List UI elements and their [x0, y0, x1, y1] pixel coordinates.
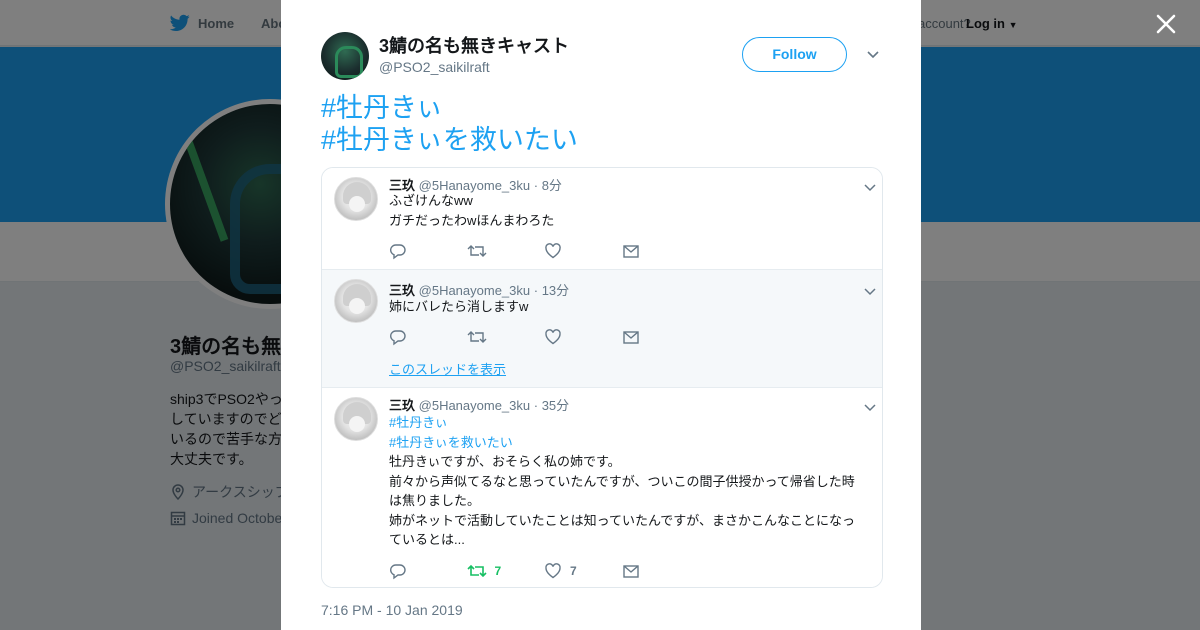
reply-handle: @5Hanayome_3ku — [418, 398, 531, 413]
reply-action — [389, 328, 467, 346]
retweet-action — [467, 242, 545, 260]
hashtag-link[interactable]: #牡丹きぃを救いたい — [321, 124, 578, 156]
reply-body: #牡丹きぃ #牡丹きぃを救いたい 牡丹きぃですが、おそらく私の姉です。 前々から… — [389, 413, 879, 550]
author-handle[interactable]: @PSO2_saikilraft — [379, 57, 569, 77]
message-action — [622, 242, 700, 260]
retweet-action — [467, 328, 545, 346]
reply-icon — [390, 330, 406, 346]
reply-handle: @5Hanayome_3ku — [418, 283, 531, 298]
author-avatar[interactable] — [321, 32, 369, 80]
reply-name: 三玖 — [389, 283, 416, 298]
reply-line: ているとは... — [389, 532, 465, 547]
reply-header: 三玖 @5Hanayome_3ku · 35分 — [389, 395, 569, 414]
like-icon — [545, 563, 561, 579]
like-icon — [545, 329, 561, 345]
tweet-timestamp[interactable]: 7:16 PM - 10 Jan 2019 — [321, 602, 463, 618]
reply-hashtag: #牡丹きぃ — [389, 415, 448, 430]
retweet-count: 7 — [494, 564, 502, 578]
reply-tweet: 三玖 @5Hanayome_3ku · 35分 #牡丹きぃ #牡丹きぃを救いたい… — [322, 388, 882, 587]
reply-avatar — [334, 279, 378, 323]
reply-action — [389, 242, 467, 260]
tweet-image[interactable]: 三玖 @5Hanayome_3ku · 8分 ふざけんなww ガチだったわwほん… — [321, 167, 883, 588]
reply-action — [389, 562, 467, 580]
reply-body: ふざけんなww ガチだったわwほんまわろた — [389, 191, 879, 230]
message-icon — [622, 331, 639, 344]
message-action — [622, 328, 700, 346]
like-icon — [545, 243, 561, 259]
reply-tweet: 三玖 @5Hanayome_3ku · 13分 姉にバレたら消しますw このスレ… — [322, 270, 882, 388]
chevron-down-icon — [864, 404, 876, 412]
message-icon — [622, 565, 639, 578]
reply-actions: 7 7 — [389, 562, 699, 580]
reply-line: 牡丹きぃですが、おそらく私の姉です。 — [389, 454, 621, 469]
reply-hashtag: #牡丹きぃを救いたい — [389, 434, 513, 450]
reply-line: 姉がネットで活動していたことは知っていたんですが、まさかこんなことになっ — [389, 512, 856, 528]
retweet-action: 7 — [466, 562, 545, 580]
retweet-icon — [466, 564, 487, 578]
like-action — [544, 242, 622, 260]
reply-icon — [390, 564, 406, 580]
retweet-icon — [467, 331, 486, 343]
reply-body: 姉にバレたら消しますw — [389, 297, 879, 317]
chevron-down-icon[interactable] — [865, 46, 881, 62]
reply-time: · 13分 — [533, 283, 570, 298]
message-icon — [622, 245, 639, 258]
reply-actions — [389, 328, 699, 346]
reply-actions — [389, 242, 699, 260]
hashtag-link[interactable]: #牡丹きぃ — [321, 92, 578, 124]
chevron-down-icon — [864, 288, 876, 296]
reply-time: · 35分 — [533, 398, 570, 413]
like-count: 7 — [570, 564, 577, 578]
reply-line: ガチだったわwほんまわろた — [389, 212, 555, 228]
tweet-modal: 3鯖の名も無きキャスト @PSO2_saikilraft Follow #牡丹き… — [281, 0, 921, 630]
reply-tweet: 三玖 @5Hanayome_3ku · 8分 ふざけんなww ガチだったわwほん… — [322, 168, 882, 270]
reply-line: ふざけんなww — [389, 193, 473, 208]
close-icon[interactable] — [1154, 12, 1178, 36]
tweet-text: #牡丹きぃ #牡丹きぃを救いたい — [321, 92, 578, 156]
follow-button[interactable]: Follow — [742, 37, 847, 72]
like-action — [544, 328, 622, 346]
reply-avatar — [334, 177, 378, 221]
like-action: 7 — [544, 562, 622, 580]
message-action — [622, 562, 700, 580]
reply-line: は焦りました。 — [389, 493, 481, 508]
tweet-author[interactable]: 3鯖の名も無きキャスト @PSO2_saikilraft — [321, 32, 569, 80]
reply-icon — [390, 244, 406, 260]
reply-name: 三玖 — [389, 398, 416, 413]
reply-line: 前々から声似てるなと思っていたんですが、ついこの間子供授かって帰省した時 — [389, 473, 855, 489]
retweet-icon — [467, 245, 486, 257]
author-name[interactable]: 3鯖の名も無きキャスト — [379, 35, 569, 57]
reply-line: 姉にバレたら消しますw — [389, 299, 529, 314]
show-thread-link: このスレッドを表示 — [389, 362, 507, 377]
reply-avatar — [334, 397, 378, 441]
